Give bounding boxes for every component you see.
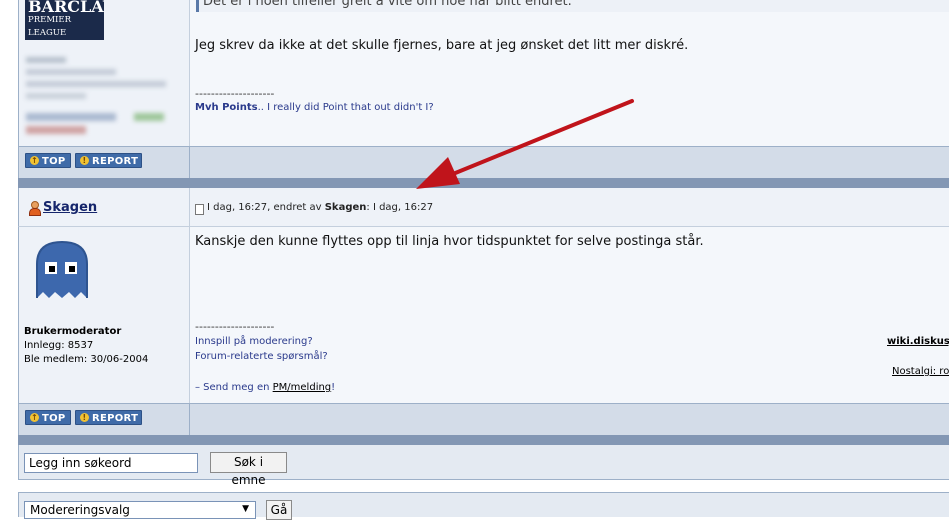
user-icon [28, 201, 41, 216]
post2-member-since: Ble medlem: 30/06-2004 [24, 354, 149, 365]
exclamation-icon: ! [80, 413, 89, 422]
arrow-up-icon: ↑ [30, 413, 39, 422]
moderation-select[interactable]: Modereringsvalg ▼ [24, 501, 256, 519]
premier-league-logo: BARCLAYS PREMIER LEAGUE [25, 0, 104, 40]
sig-link-moderation[interactable]: Innspill på moderering? [195, 336, 313, 347]
post2-timestamp: I dag, 16:27, endret av Skagen: I dag, 1… [207, 202, 434, 213]
blurred-user-info [26, 55, 176, 140]
post2-username[interactable]: Skagen [43, 200, 97, 215]
post2-report-button[interactable]: ! REPORT [75, 410, 142, 425]
avatar [29, 238, 95, 304]
post2-button-bar: ↑ TOP ! REPORT [18, 403, 949, 435]
quote-box: Det er i noen tilfeller greit å vite om … [196, 0, 949, 12]
search-topic-button[interactable]: Søk i emne [210, 452, 287, 487]
post2-top-button[interactable]: ↑ TOP [25, 410, 71, 425]
post2-role: Brukermoderator [24, 326, 122, 337]
post-separator [18, 178, 949, 188]
chevron-down-icon: ▼ [242, 504, 249, 514]
post2-message: Kanskje den kunne flyttes opp til linja … [195, 234, 704, 249]
arrow-up-icon: ↑ [30, 156, 39, 165]
post2-content-cell [190, 227, 949, 403]
nostalgi-link[interactable]: Nostalgi: roy [892, 366, 949, 377]
sig-send-pm: – Send meg en PM/melding! [195, 382, 336, 393]
wiki-link[interactable]: wiki.diskusj [887, 336, 949, 347]
post1-report-button[interactable]: ! REPORT [75, 153, 142, 168]
pm-link[interactable]: PM/melding [273, 382, 332, 393]
ghost-avatar-icon [36, 240, 88, 298]
sig-link-forum-questions[interactable]: Forum-relaterte spørsmål? [195, 351, 328, 362]
post2-post-count: Innlegg: 8537 [24, 340, 94, 351]
post1-message: Jeg skrev da ikke at det skulle fjernes,… [195, 38, 689, 53]
quote-text: Det er i noen tilfeller greit å vite om … [203, 0, 572, 9]
post2-header-row [18, 188, 949, 227]
post1-button-bar: ↑ TOP ! REPORT [18, 146, 949, 178]
post2-sig-divider: -------------------- [195, 320, 275, 333]
exclamation-icon: ! [80, 156, 89, 165]
post1-signature: Mvh Points.. I really did Point that out… [195, 102, 434, 113]
post1-top-button[interactable]: ↑ TOP [25, 153, 71, 168]
post-document-icon [195, 204, 204, 215]
post1-sig-divider: -------------------- [195, 87, 275, 100]
bottom-separator [18, 435, 949, 445]
post1-content-cell [190, 0, 949, 146]
moderation-go-button[interactable]: Gå [266, 500, 292, 520]
search-input[interactable] [24, 453, 198, 473]
